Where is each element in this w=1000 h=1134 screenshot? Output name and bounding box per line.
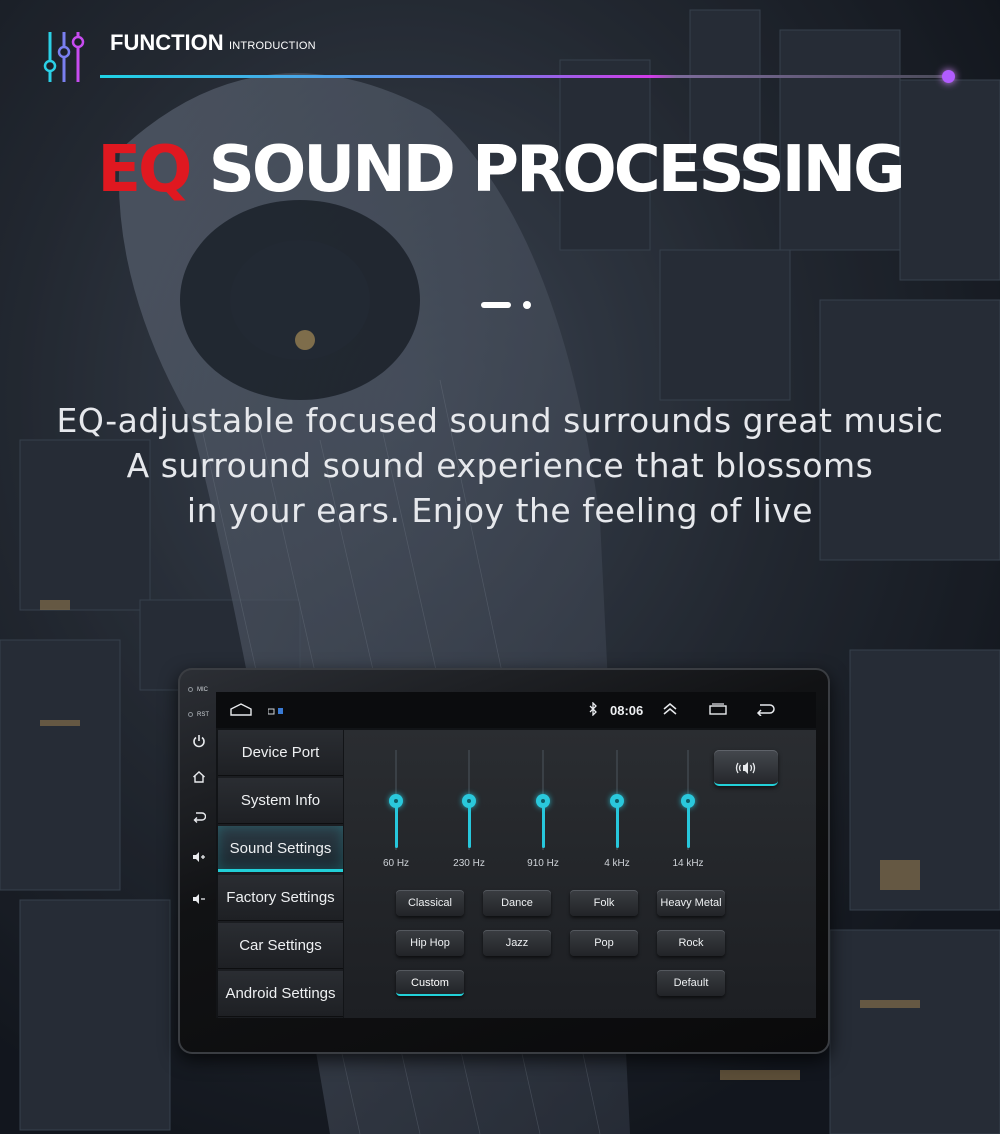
preset-custom-button[interactable]: Custom	[396, 970, 464, 996]
recent-apps-icon[interactable]	[708, 702, 728, 719]
tagline-line: in your ears. Enjoy the feeling of live	[186, 491, 814, 530]
device-screen: 08:06 Device Port System Info Sound Sett…	[216, 692, 816, 1018]
tagline: EQ-adjustable focused sound surrounds gr…	[0, 398, 1000, 533]
preset-classical-button[interactable]: Classical	[396, 890, 464, 916]
status-time: 08:06	[610, 703, 644, 718]
notification-icon[interactable]	[267, 704, 288, 720]
sidebar-item-system-info[interactable]: System Info	[218, 778, 343, 824]
bluetooth-icon	[588, 701, 598, 719]
page-title-main: SOUND PROCESSING	[208, 133, 906, 207]
sidebar-item-car-settings[interactable]: Car Settings	[218, 923, 343, 969]
chevron-up-icon[interactable]	[662, 702, 678, 719]
tagline-line: EQ-adjustable focused sound surrounds gr…	[56, 401, 944, 440]
page-title: EQ SOUND PROCESSING	[0, 130, 1000, 210]
preset-heavy-metal-button[interactable]: Heavy Metal	[657, 890, 725, 916]
carousel-indicator-dot[interactable]	[523, 301, 531, 309]
head-unit-device: MIC RST 08:06 Device Port System Info So…	[178, 668, 830, 1054]
mic-indicator	[188, 687, 193, 692]
eq-band-label: 14 kHz	[672, 858, 704, 869]
eq-band-label: 910 Hz	[527, 858, 559, 869]
speaker-wave-icon	[735, 762, 756, 774]
eq-slider-knob[interactable]	[536, 794, 550, 808]
eq-slider-knob[interactable]	[462, 794, 476, 808]
home-outline-icon[interactable]	[230, 702, 252, 719]
eq-band-label: 4 kHz	[604, 858, 630, 869]
preset-folk-button[interactable]: Folk	[570, 890, 638, 916]
sidebar-item-sound-settings[interactable]: Sound Settings	[218, 826, 343, 872]
page-title-accent: EQ	[97, 133, 192, 207]
eq-slider-fill	[468, 802, 471, 848]
volume-up-icon[interactable]	[190, 850, 208, 868]
settings-sidebar: Device Port System Info Sound Settings F…	[218, 730, 343, 1018]
back-icon[interactable]	[190, 810, 208, 828]
eq-slider-fill	[542, 802, 545, 848]
sidebar-item-device-port[interactable]: Device Port	[218, 730, 343, 776]
preset-default-button[interactable]: Default	[657, 970, 725, 996]
carousel-indicator	[481, 300, 541, 310]
back-arrow-icon[interactable]	[754, 702, 776, 719]
brand-subtitle: INTRODUCTION	[229, 40, 316, 52]
preset-dance-button[interactable]: Dance	[483, 890, 551, 916]
preset-jazz-button[interactable]: Jazz	[483, 930, 551, 956]
sound-effect-button[interactable]	[714, 750, 778, 786]
sidebar-item-factory-settings[interactable]: Factory Settings	[218, 875, 343, 921]
eq-slider-fill	[687, 802, 690, 848]
power-icon[interactable]	[190, 734, 208, 752]
eq-band-label: 60 Hz	[382, 858, 410, 869]
header: FUNCTION INTRODUCTION	[0, 0, 1000, 100]
header-divider-dot	[942, 70, 955, 83]
equalizer-sliders-icon	[43, 32, 85, 82]
tagline-line: A surround sound experience that blossom…	[126, 446, 874, 485]
eq-slider-knob[interactable]	[610, 794, 624, 808]
header-divider	[100, 75, 948, 78]
mic-label: MIC	[197, 687, 208, 693]
equalizer-panel: 60 Hz 230 Hz 910 Hz 4 kHz 14 kHz Classic…	[344, 730, 816, 1018]
eq-band-label: 230 Hz	[453, 858, 485, 869]
carousel-indicator-active[interactable]	[481, 302, 511, 308]
brand-title: FUNCTION	[110, 30, 224, 55]
reset-pinhole[interactable]	[188, 712, 193, 717]
status-bar: 08:06	[216, 692, 816, 728]
volume-down-icon[interactable]	[190, 892, 208, 910]
home-icon[interactable]	[190, 770, 208, 788]
preset-pop-button[interactable]: Pop	[570, 930, 638, 956]
preset-rock-button[interactable]: Rock	[657, 930, 725, 956]
preset-hip-hop-button[interactable]: Hip Hop	[396, 930, 464, 956]
eq-slider-fill	[395, 802, 398, 848]
rst-label: RST	[197, 712, 209, 718]
eq-slider-knob[interactable]	[389, 794, 403, 808]
eq-slider-fill	[616, 802, 619, 848]
sidebar-item-android-settings[interactable]: Android Settings	[218, 971, 343, 1017]
eq-slider-knob[interactable]	[681, 794, 695, 808]
